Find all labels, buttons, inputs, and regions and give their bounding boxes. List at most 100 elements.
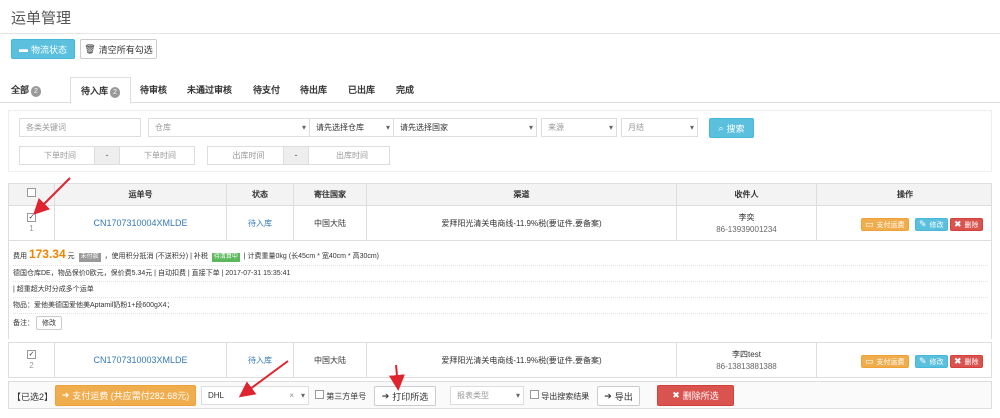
- points-text: ，使用积分抵消 (不送积分) | 补税: [104, 253, 208, 260]
- third-party-option[interactable]: 第三方单号: [315, 390, 366, 402]
- tab-label: 待出库: [300, 85, 328, 95]
- row-index: 2: [29, 361, 34, 370]
- search-label: 搜索: [726, 123, 745, 134]
- delete-selected-button[interactable]: ✖ 删除所选: [657, 385, 734, 406]
- fee-amount: 173.34: [28, 247, 66, 261]
- export-search-checkbox[interactable]: [530, 390, 539, 399]
- row-index: 1: [29, 224, 34, 233]
- channel-cell: 爱拜阳光清关电商线-11.9%税(要证件,要备案): [441, 219, 602, 228]
- warehouse-select[interactable]: 仓库: [148, 118, 310, 137]
- third-party-checkbox[interactable]: [315, 390, 324, 399]
- status-tabs: 全部 2 待入库 2 待审核 未通过审核 待支付 待出库 已出库 完成: [0, 77, 1000, 104]
- country-cell: 中国大陆: [314, 219, 346, 228]
- tab-pending-inbound[interactable]: 待入库 2: [70, 77, 131, 104]
- tab-completed[interactable]: 完成: [396, 77, 414, 103]
- bulk-pay-label: 支付运费 (共应需付282.68元): [72, 391, 190, 401]
- clear-icon[interactable]: ×: [289, 387, 294, 404]
- row-checkbox[interactable]: ✓: [27, 350, 36, 359]
- pay-label: 支付运费: [876, 221, 905, 229]
- remark-line: 备注： 修改: [13, 316, 988, 334]
- sign-in-icon: ➔: [604, 390, 612, 401]
- tab-label: 待支付: [253, 85, 281, 95]
- tab-label: 待入库: [81, 86, 109, 96]
- credit-card-icon: ▭: [865, 219, 874, 229]
- order-detail-panel: 费用 173.34 元 未付款 ，使用积分抵消 (不送积分) | 补税 待清算中…: [8, 241, 992, 339]
- col-recipient: 收件人: [734, 190, 759, 199]
- pay-freight-button[interactable]: ▭ 支付运费: [861, 218, 909, 231]
- out-time-start[interactable]: 出库时间: [207, 146, 284, 165]
- split-line: | 超重超大时分成多个运单: [13, 284, 988, 298]
- search-icon: ⌕: [718, 122, 724, 133]
- report-type-select[interactable]: 报表类型: [450, 386, 524, 405]
- print-label: 打印所选: [392, 391, 429, 402]
- items-line: 物品：爱他美德国爱他美Aptamil奶粉1+段600gX4；: [13, 300, 988, 314]
- close-icon: ✖: [954, 356, 962, 366]
- select-all-cell: [9, 184, 54, 205]
- tab-label: 全部: [11, 85, 30, 95]
- print-selected-button[interactable]: ➔ 打印所选: [374, 386, 436, 406]
- edit-button[interactable]: ✎ 修改: [915, 218, 948, 231]
- warehouse-sub-select[interactable]: 请先选择仓库: [309, 118, 394, 137]
- row-select-cell: ✓ 1: [9, 212, 54, 233]
- recipient-name: 李奕: [738, 213, 755, 222]
- tax-status-badge: 待清算中: [211, 253, 240, 262]
- delete-button[interactable]: ✖ 删除: [950, 218, 983, 231]
- delete-button[interactable]: ✖ 删除: [950, 355, 983, 368]
- tab-label: 未通过审核: [187, 85, 233, 95]
- tab-rejected[interactable]: 未通过审核: [187, 77, 232, 103]
- fee-line: 费用 173.34 元 未付款 ，使用积分抵消 (不送积分) | 补税 待清算中…: [13, 247, 988, 266]
- unpaid-badge: 未付款: [78, 253, 101, 262]
- col-country: 寄往国家: [314, 190, 346, 199]
- status-link[interactable]: 待入库: [227, 218, 293, 229]
- bulk-action-bar: 【已选2】 ➜ 支付运费 (共应需付282.68元) DHL × ▾ 第三方单号…: [8, 381, 992, 409]
- carrier-select[interactable]: DHL × ▾: [201, 386, 309, 405]
- export-label: 导出: [614, 391, 633, 402]
- filter-panel: 各类关键词 仓库 请先选择仓库 请先选择国家 来源 月结 ⌕ 搜索 下单时间 -…: [8, 110, 992, 172]
- page-title: 运单管理: [11, 10, 72, 27]
- order-time-start[interactable]: 下单时间: [19, 146, 95, 165]
- tab-all[interactable]: 全部 2: [11, 77, 41, 103]
- export-button[interactable]: ➔ 导出: [597, 386, 640, 406]
- logistics-status-button[interactable]: ▬ 物流状态: [11, 39, 75, 59]
- edit-remark-button[interactable]: 修改: [35, 316, 62, 330]
- source-select[interactable]: 来源: [541, 118, 617, 137]
- order-time-end[interactable]: 下单时间: [119, 146, 195, 165]
- delete-label: 删除: [964, 221, 979, 229]
- truck-icon: ▬: [18, 44, 28, 54]
- date-range-separator: -: [283, 146, 309, 165]
- order-number-link[interactable]: CN1707310003XMLDE: [55, 355, 226, 365]
- logistics-status-label: 物流状态: [30, 44, 67, 55]
- carrier-value: DHL: [208, 391, 225, 400]
- bulk-pay-button[interactable]: ➜ 支付运费 (共应需付282.68元): [55, 385, 196, 406]
- keyword-input[interactable]: 各类关键词: [19, 118, 141, 137]
- status-link[interactable]: 待入库: [227, 355, 293, 366]
- out-time-end[interactable]: 出库时间: [308, 146, 390, 165]
- delete-label: 删除: [964, 358, 979, 366]
- country-cell: 中国大陆: [314, 356, 346, 365]
- page-header: 运单管理: [0, 0, 1000, 34]
- col-channel: 渠道: [513, 190, 530, 199]
- tab-pending-payment[interactable]: 待支付: [253, 77, 280, 103]
- order-number-link[interactable]: CN1707310004XMLDE: [55, 218, 226, 228]
- tab-label: 完成: [396, 85, 415, 95]
- selected-count: 【已选2】: [12, 392, 54, 402]
- recipient-phone: 86-13939001234: [716, 225, 777, 234]
- credit-card-icon: ▭: [865, 356, 874, 366]
- tab-shipped[interactable]: 已出库: [348, 77, 375, 103]
- clear-selection-button[interactable]: 🗑 清空所有勾选: [80, 39, 157, 59]
- select-all-checkbox[interactable]: [27, 188, 36, 197]
- delete-selected-label: 删除所选: [682, 391, 719, 401]
- pay-freight-button[interactable]: ▭ 支付运费: [861, 355, 909, 368]
- edit-button[interactable]: ✎ 修改: [915, 355, 948, 368]
- trash-icon: 🗑: [84, 43, 96, 54]
- tab-pending-outbound[interactable]: 待出库: [300, 77, 327, 103]
- tab-pending-review[interactable]: 待审核: [140, 77, 167, 103]
- date-range-separator: -: [94, 146, 120, 165]
- export-search-option[interactable]: 导出搜索结果: [530, 390, 589, 402]
- country-select[interactable]: 请先选择国家: [393, 118, 537, 137]
- edit-label: 修改: [929, 221, 944, 229]
- month-select[interactable]: 月结: [621, 118, 698, 137]
- row-checkbox[interactable]: ✓: [27, 213, 36, 222]
- search-button[interactable]: ⌕ 搜索: [709, 118, 754, 138]
- edit-icon: ✎: [919, 356, 927, 366]
